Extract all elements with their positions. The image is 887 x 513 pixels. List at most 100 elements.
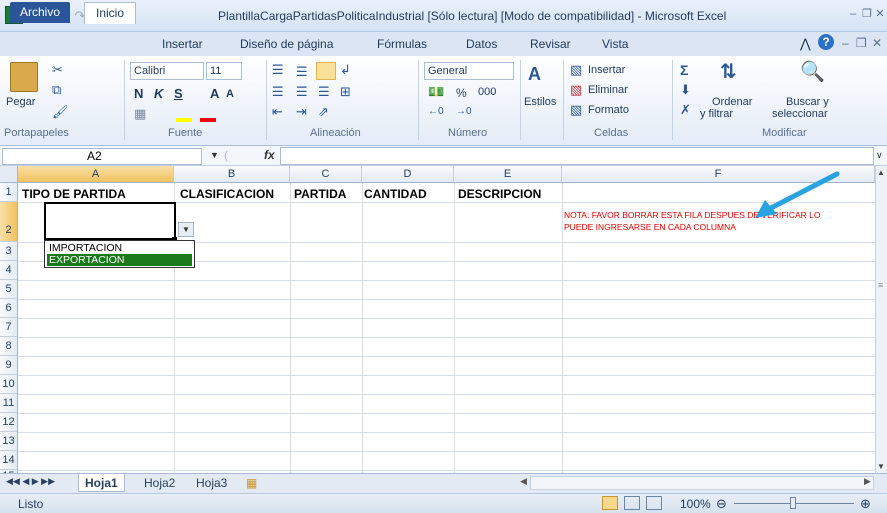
cut-icon[interactable]: ✂: [52, 62, 63, 78]
number-format-box[interactable]: General: [424, 62, 514, 80]
help-icon[interactable]: ?: [818, 34, 834, 50]
name-box-dropdown-icon[interactable]: ▼: [210, 150, 219, 160]
zoom-in-icon[interactable]: ⊕: [860, 496, 871, 512]
column-header-f[interactable]: F: [562, 166, 875, 183]
cell-a1[interactable]: TIPO DE PARTIDA: [22, 187, 126, 201]
paste-icon[interactable]: [10, 62, 38, 92]
sheet-nav-icons[interactable]: ◀◀ ◀ ▶ ▶▶: [6, 476, 55, 487]
row-header[interactable]: 5: [0, 280, 18, 299]
row-header[interactable]: 3: [0, 242, 18, 261]
align-bottom-icon[interactable]: [316, 62, 336, 80]
row-header[interactable]: 14: [0, 451, 18, 470]
row-header[interactable]: 7: [0, 318, 18, 337]
decrease-indent-icon[interactable]: ⇤: [272, 104, 283, 120]
fill-color-icon[interactable]: [176, 118, 192, 122]
copy-icon[interactable]: ⧉: [52, 82, 61, 98]
cell-e1[interactable]: DESCRIPCION: [458, 187, 541, 201]
name-box[interactable]: A2: [2, 148, 202, 165]
increase-font-icon[interactable]: A: [210, 86, 219, 101]
increase-decimal-icon[interactable]: ←0: [428, 104, 444, 120]
zoom-slider-thumb[interactable]: [790, 497, 796, 509]
horizontal-scrollbar[interactable]: [530, 476, 874, 490]
scroll-up-icon[interactable]: ▲: [877, 168, 885, 177]
zoom-level[interactable]: 100%: [680, 497, 711, 511]
workbook-minimize-icon[interactable]: –: [842, 36, 849, 50]
column-header-c[interactable]: C: [290, 166, 362, 183]
clear-icon[interactable]: ✗: [680, 102, 691, 118]
row-header[interactable]: 11: [0, 394, 18, 413]
workbook-restore-icon[interactable]: ❐: [856, 36, 867, 50]
sort-filter-button-line2[interactable]: y filtrar: [700, 108, 733, 120]
tab-inicio[interactable]: Inicio: [84, 2, 136, 24]
expand-formula-icon[interactable]: ∨: [876, 150, 883, 161]
decrease-font-icon[interactable]: A: [226, 88, 234, 100]
bold-button[interactable]: N: [134, 86, 143, 101]
thousands-button[interactable]: 000: [478, 86, 496, 98]
autosum-icon[interactable]: Σ: [680, 62, 688, 78]
paste-button[interactable]: Pegar: [6, 96, 35, 108]
format-cells-icon[interactable]: ▧: [570, 102, 582, 118]
minimize-icon[interactable]: –: [846, 7, 860, 21]
tab-formulas[interactable]: Fórmulas: [377, 37, 427, 51]
cell-d1[interactable]: CANTIDAD: [364, 187, 427, 201]
scroll-right-icon[interactable]: ▶: [864, 476, 871, 487]
ribbon-minimize-icon[interactable]: ⋀: [800, 36, 811, 52]
find-select-button-line1[interactable]: Buscar y: [786, 96, 829, 108]
row-header[interactable]: 2: [0, 202, 18, 242]
cell-f2-note[interactable]: NOTA: FAVOR BORRAR ESTA FILA DESPUES DE …: [564, 209, 875, 233]
fill-icon[interactable]: ⬇: [680, 82, 691, 98]
sort-filter-icon[interactable]: ⇅: [720, 62, 737, 82]
center-icon[interactable]: ☰: [296, 84, 308, 100]
sort-filter-button-line1[interactable]: Ordenar: [712, 96, 752, 108]
cell-c1[interactable]: PARTIDA: [294, 187, 346, 201]
row-header[interactable]: 10: [0, 375, 18, 394]
orientation-icon[interactable]: ⇗: [318, 104, 329, 120]
delete-cells-icon[interactable]: ▧: [570, 82, 582, 98]
italic-button[interactable]: K: [154, 86, 163, 101]
formula-input[interactable]: [280, 147, 874, 165]
page-break-view-icon[interactable]: [646, 496, 662, 510]
scroll-down-icon[interactable]: ▼: [877, 462, 885, 471]
decrease-decimal-icon[interactable]: →0: [456, 104, 472, 120]
row-header[interactable]: 12: [0, 413, 18, 432]
find-select-button-line2[interactable]: seleccionar: [772, 108, 828, 120]
sheet-tab-hoja3[interactable]: Hoja3: [190, 474, 233, 492]
increase-indent-icon[interactable]: ⇥: [296, 104, 307, 120]
tab-diseno-pagina[interactable]: Diseño de página: [240, 37, 333, 51]
row-header[interactable]: 6: [0, 299, 18, 318]
font-size-box[interactable]: 11: [206, 62, 242, 80]
dropdown-option-exportacion[interactable]: EXPORTACION: [47, 254, 192, 266]
delete-cells-button[interactable]: Eliminar: [588, 84, 628, 96]
row-header[interactable]: 9: [0, 356, 18, 375]
insert-cells-button[interactable]: Insertar: [588, 64, 625, 76]
align-right-icon[interactable]: ☰: [318, 84, 330, 100]
select-all-corner[interactable]: [0, 166, 18, 183]
align-top-icon[interactable]: ☰: [272, 62, 284, 78]
row-header[interactable]: 1: [0, 183, 18, 202]
merge-center-icon[interactable]: ⊞: [340, 84, 351, 100]
format-cells-button[interactable]: Formato: [588, 104, 629, 116]
wrap-text-icon[interactable]: ↲: [340, 62, 351, 78]
accounting-format-icon[interactable]: 💵: [428, 84, 444, 100]
validation-dropdown-button[interactable]: ▼: [178, 222, 194, 237]
page-layout-view-icon[interactable]: [624, 496, 640, 510]
sheet-tab-hoja1[interactable]: Hoja1: [78, 474, 125, 492]
column-header-d[interactable]: D: [362, 166, 454, 183]
validation-dropdown-list[interactable]: IMPORTACION EXPORTACION: [44, 240, 195, 268]
normal-view-icon[interactable]: [602, 496, 618, 510]
row-header[interactable]: 4: [0, 261, 18, 280]
align-middle-icon[interactable]: ☰: [296, 64, 308, 80]
sheet-tab-hoja2[interactable]: Hoja2: [138, 474, 181, 492]
column-header-e[interactable]: E: [454, 166, 562, 183]
row-header[interactable]: 8: [0, 337, 18, 356]
styles-icon[interactable]: A: [528, 65, 541, 83]
column-header-a[interactable]: A: [18, 166, 174, 183]
percent-button[interactable]: %: [456, 86, 467, 100]
restore-icon[interactable]: ❐: [860, 7, 874, 21]
tab-insertar[interactable]: Insertar: [162, 37, 203, 51]
borders-icon[interactable]: ▦: [134, 106, 146, 122]
dropdown-option-importacion[interactable]: IMPORTACION: [47, 242, 192, 254]
zoom-out-icon[interactable]: ⊖: [716, 496, 727, 512]
vertical-scrollbar[interactable]: ▲ ▼ ≡: [875, 166, 887, 473]
scroll-thumb[interactable]: ≡: [878, 280, 886, 290]
